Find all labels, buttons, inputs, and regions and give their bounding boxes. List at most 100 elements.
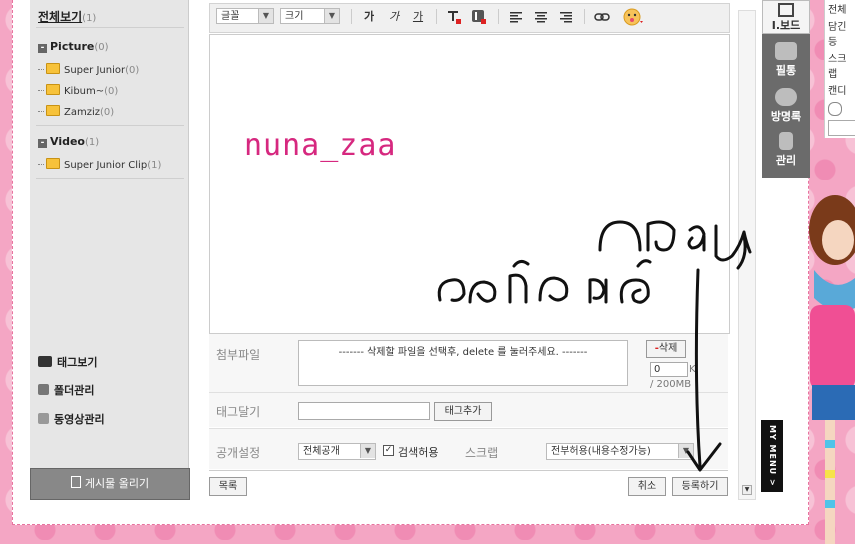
right-nav-guestbook[interactable]: 방명록 — [762, 88, 810, 124]
scrap-select[interactable]: 전부허용(내용수정가능) ▼ — [546, 443, 694, 460]
chevron-down-icon: ▼ — [360, 444, 375, 458]
sidebar-item-zamziz[interactable]: Zamziz(0) — [38, 105, 114, 118]
sidebar-folder-manage[interactable]: 폴더관리 — [38, 382, 94, 398]
sidebar-divider — [36, 125, 184, 126]
align-right-button[interactable] — [558, 9, 574, 25]
size-select-value: 크기 — [285, 11, 304, 22]
manage-label: 관리 — [775, 154, 797, 167]
toolbar-divider — [498, 9, 499, 24]
sidebar-all-view[interactable]: 전체보기(1) — [38, 8, 96, 25]
group-name: Video — [50, 135, 85, 148]
all-view-label: 전체보기 — [38, 10, 83, 24]
align-right-icon — [560, 12, 572, 23]
panel-line: 담긴등 — [828, 22, 847, 48]
link-icon — [594, 13, 610, 21]
group-name: Picture — [50, 40, 95, 53]
align-left-button[interactable] — [508, 9, 524, 25]
folder-icon — [46, 63, 60, 74]
item-count: (0) — [100, 107, 115, 118]
item-name: Zamziz — [64, 107, 100, 118]
bold-button[interactable]: 가 — [361, 9, 377, 25]
sidebar-divider — [36, 27, 184, 28]
collapse-icon[interactable]: - — [38, 139, 47, 148]
item-name: Super Junior — [64, 65, 126, 76]
character-illustration — [809, 195, 855, 544]
my-menu-tab[interactable]: MY MENU > — [761, 420, 783, 492]
right-nav-manage[interactable]: 관리 — [762, 132, 810, 168]
tag-icon — [38, 356, 52, 367]
sidebar-video-manage[interactable]: 동영상관리 — [38, 411, 105, 427]
align-center-button[interactable] — [533, 9, 549, 25]
item-count: (0) — [125, 65, 140, 76]
right-nav-board[interactable]: I.보드 — [762, 0, 810, 34]
font-select-value: 글꼴 — [221, 11, 240, 22]
background-color-button[interactable] — [471, 9, 487, 25]
row-divider — [209, 470, 728, 471]
people-icon — [775, 42, 797, 60]
text-color-button[interactable] — [446, 9, 462, 25]
panel-line: 스크랩 — [828, 54, 847, 80]
board-icon — [778, 3, 794, 17]
sidebar-item-super-junior-clip[interactable]: Super Junior Clip(1) — [38, 158, 161, 171]
file-size-value: 0 — [654, 364, 661, 375]
wrench-icon — [38, 384, 49, 395]
chevron-down-icon: ▼ — [678, 444, 693, 458]
post-button-label: 게시물 올리기 — [84, 477, 150, 490]
attach-hint: ------- 삭제할 파일을 선택후, delete 를 눌러주세요. ---… — [338, 347, 588, 358]
editor-content-area[interactable] — [209, 34, 730, 334]
submit-button[interactable]: 등록하기 — [672, 477, 728, 496]
right-info-panel: 전체 담긴등 스크랩 캔디 — [824, 0, 855, 138]
chevron-down-icon: ▼ — [324, 9, 339, 23]
toolbar-divider — [584, 9, 585, 24]
guestbook-label: 방명록 — [770, 110, 802, 123]
visibility-label: 공개설정 — [216, 446, 261, 460]
attach-label: 첨부파일 — [216, 348, 261, 362]
item-name: Super Junior Clip — [64, 160, 148, 171]
link-button[interactable] — [594, 9, 610, 25]
lock-icon — [779, 132, 793, 150]
attach-file-list[interactable]: ------- 삭제할 파일을 선택후, delete 를 눌러주세요. ---… — [298, 340, 628, 386]
underline-button[interactable]: 가 — [410, 9, 426, 25]
file-size-unit: K — [689, 364, 696, 375]
align-center-icon — [535, 12, 547, 23]
sidebar-group-picture[interactable]: - Picture(0) — [38, 40, 109, 53]
post-article-button[interactable]: 게시물 올리기 — [30, 468, 190, 500]
sidebar-item-super-junior[interactable]: Super Junior(0) — [38, 63, 139, 76]
chevron-down-icon: ▼ — [258, 9, 273, 23]
delete-file-button[interactable]: -삭제 — [646, 340, 686, 358]
file-size-field: 0 — [650, 362, 688, 377]
board-label: I.보드 — [771, 19, 801, 32]
visibility-select[interactable]: 전체공개 ▼ — [298, 443, 376, 460]
italic-button[interactable]: 가 — [386, 9, 402, 25]
group-count: (0) — [94, 42, 109, 53]
tree-line — [38, 164, 44, 165]
search-allow-label: 검색허용 — [398, 446, 439, 459]
list-button[interactable]: 목록 — [209, 477, 247, 496]
delete-label: 삭제 — [658, 343, 678, 354]
scrap-label: 스크랩 — [465, 446, 499, 460]
tag-add-button[interactable]: 태그추가 — [434, 402, 492, 421]
panel-input[interactable] — [828, 120, 855, 136]
vertical-scrollbar[interactable]: ▼ — [738, 10, 756, 500]
toolbar-divider — [351, 9, 352, 24]
editor-text: nuna_zaa — [244, 128, 397, 163]
search-allow-checkbox[interactable]: ✓ — [383, 445, 394, 456]
sidebar-tag-view[interactable]: 태그보기 — [38, 354, 97, 370]
tree-line — [38, 90, 44, 91]
sidebar-group-video[interactable]: - Video(1) — [38, 135, 99, 148]
cancel-button[interactable]: 취소 — [628, 477, 666, 496]
file-size-total: / 200MB — [650, 379, 692, 390]
sidebar-divider — [36, 178, 184, 179]
tag-input[interactable] — [298, 402, 430, 420]
right-nav-photo[interactable]: 필통 — [762, 42, 810, 78]
item-count: (0) — [104, 86, 119, 97]
emoticon-button[interactable] — [622, 6, 646, 28]
folder-icon — [46, 105, 60, 116]
size-select[interactable]: 크기 ▼ — [280, 8, 340, 24]
scroll-down-icon[interactable]: ▼ — [742, 485, 752, 495]
toolbar-divider — [436, 9, 437, 24]
sidebar-item-kibum[interactable]: Kibum~(0) — [38, 84, 118, 97]
font-select[interactable]: 글꼴 ▼ — [216, 8, 274, 24]
photo-label: 필통 — [775, 64, 797, 77]
collapse-icon[interactable]: - — [38, 44, 47, 53]
